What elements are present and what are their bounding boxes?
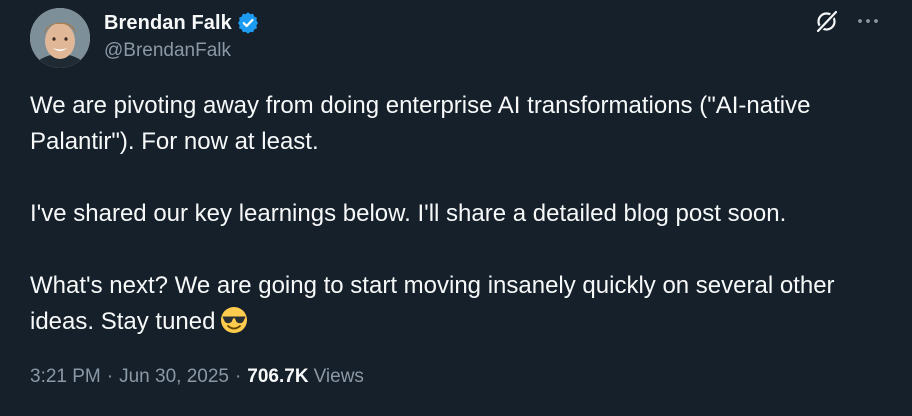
tweet-paragraph-text: What's next? We are going to start movin… (30, 272, 835, 335)
meta-separator: · (234, 366, 242, 387)
tweet-time[interactable]: 3:21 PM (30, 366, 101, 388)
grok-icon[interactable] (814, 8, 840, 34)
tweet-paragraph: We are pivoting away from doing enterpri… (30, 92, 811, 155)
verified-badge-icon[interactable] (237, 12, 259, 34)
tweet-paragraph: What's next? We are going to start movin… (30, 268, 880, 340)
tweet-meta: 3:21 PM · Jun 30, 2025 · 706.7K Views (30, 366, 364, 388)
sunglasses-emoji-icon (219, 305, 249, 335)
avatar[interactable] (30, 8, 90, 68)
views-label: Views (313, 366, 364, 387)
tweet-card: Brendan Falk @BrendanFalk We are pivotin… (0, 0, 912, 416)
tweet-paragraph: I've shared our key learnings below. I'l… (30, 200, 787, 227)
author-handle[interactable]: @BrendanFalk (104, 40, 231, 62)
views-count[interactable]: 706.7K (247, 366, 308, 388)
more-options-icon[interactable] (855, 8, 881, 34)
tweet-text: We are pivoting away from doing enterpri… (30, 88, 880, 340)
meta-separator: · (106, 366, 114, 387)
author-name-row: Brendan Falk (104, 10, 259, 36)
tweet-date[interactable]: Jun 30, 2025 (119, 366, 229, 388)
author-display-name[interactable]: Brendan Falk (104, 12, 232, 35)
